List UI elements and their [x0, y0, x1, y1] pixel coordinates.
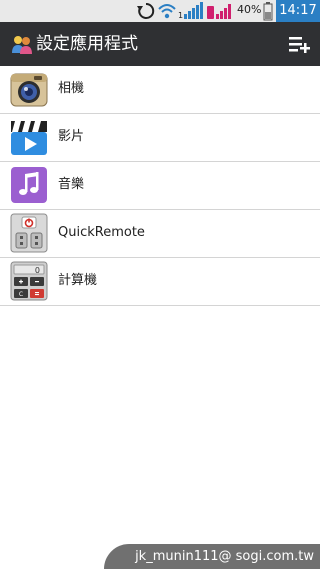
battery-percent: 40% [237, 3, 262, 16]
users-icon [11, 33, 33, 55]
app-list: 相機 影片 音樂 QuickRemote 0 C 計算機 [0, 66, 320, 306]
app-bar: 設定應用程式 [0, 22, 320, 66]
app-label: 影片 [58, 129, 85, 144]
svg-text:C: C [19, 291, 23, 298]
list-item[interactable]: 影片 [0, 114, 320, 162]
svg-text:0: 0 [35, 266, 40, 275]
watermark: jk_munin111@ sogi.com.tw [104, 544, 320, 569]
status-bar: 1 40% 14:17 [0, 0, 320, 22]
music-icon [10, 165, 48, 205]
list-item[interactable]: QuickRemote [0, 210, 320, 258]
battery-icon [263, 0, 273, 22]
camera-icon [10, 69, 48, 109]
list-item[interactable]: 音樂 [0, 162, 320, 210]
remote-icon [10, 213, 48, 253]
app-label: 音樂 [58, 177, 85, 192]
list-item[interactable]: 0 C 計算機 [0, 258, 320, 306]
sync-icon [136, 0, 156, 22]
sim-icon [206, 0, 234, 22]
calculator-icon: 0 C [10, 261, 48, 301]
svg-text:1: 1 [178, 11, 183, 20]
watermark-text: jk_munin111@ sogi.com.tw [135, 549, 314, 564]
video-icon [10, 117, 48, 157]
app-label: 計算機 [58, 273, 98, 288]
page-title: 設定應用程式 [36, 34, 138, 54]
status-time: 14:17 [276, 0, 320, 22]
app-label: QuickRemote [58, 225, 145, 240]
signal-icon: 1 [178, 0, 204, 22]
add-to-list-icon[interactable] [287, 33, 311, 55]
list-item[interactable]: 相機 [0, 66, 320, 114]
app-label: 相機 [58, 81, 85, 96]
wifi-icon [157, 0, 177, 22]
